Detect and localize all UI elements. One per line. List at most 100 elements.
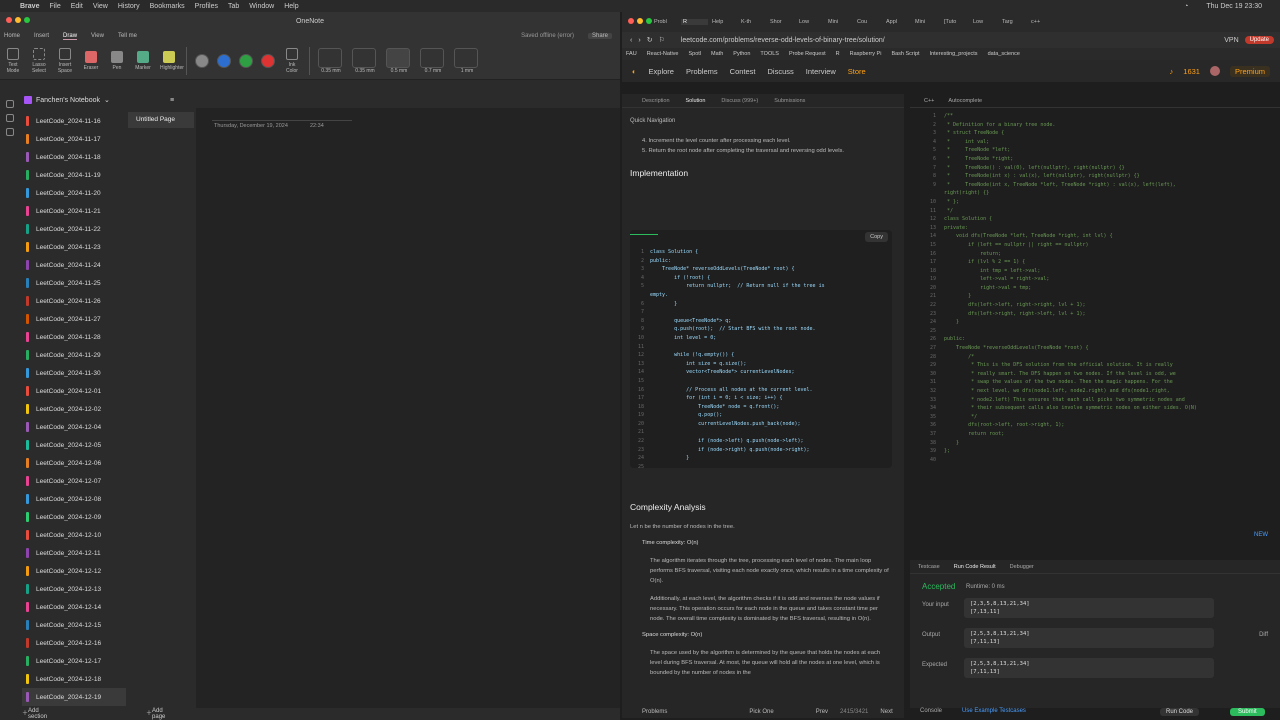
bookmark-icon[interactable]: ⚐ (659, 36, 665, 44)
section-item[interactable]: LeetCode_2024-12-07 (22, 472, 126, 490)
tab-testcase[interactable]: Testcase (918, 564, 940, 570)
tab-view[interactable]: View (91, 33, 104, 39)
notebooks-icon[interactable] (6, 100, 14, 108)
section-item[interactable]: LeetCode_2024-12-14 (22, 598, 126, 616)
close-icon[interactable] (6, 17, 12, 23)
menu-edit[interactable]: Edit (71, 3, 83, 10)
section-item[interactable]: LeetCode_2024-11-18 (22, 148, 126, 166)
browser-tab[interactable]: Appl (884, 19, 911, 25)
section-item[interactable]: LeetCode_2024-11-26 (22, 292, 126, 310)
page-canvas[interactable]: Thursday, December 19, 2024 22:34 (196, 108, 620, 708)
update-button[interactable]: Update (1244, 36, 1274, 44)
section-item[interactable]: LeetCode_2024-11-28 (22, 328, 126, 346)
section-item[interactable]: LeetCode_2024-12-15 (22, 616, 126, 634)
nav-contest[interactable]: Contest (730, 67, 756, 76)
nav-interview[interactable]: Interview (806, 67, 836, 76)
language-select[interactable]: C++ (924, 98, 934, 104)
nav-explore[interactable]: Explore (649, 67, 674, 76)
browser-tab[interactable]: K-th (739, 19, 766, 25)
section-item[interactable]: LeetCode_2024-12-01 (22, 382, 126, 400)
tab-debugger[interactable]: Debugger (1010, 564, 1034, 570)
pen-size-4[interactable]: 0.7 mm (420, 47, 446, 74)
pen-button[interactable]: Pen (108, 50, 126, 71)
run-code-button[interactable]: Run Code (1160, 708, 1200, 716)
section-item[interactable]: LeetCode_2024-11-27 (22, 310, 126, 328)
console-button[interactable]: Console (920, 708, 942, 714)
avatar[interactable] (1209, 66, 1220, 76)
browser-tab[interactable]: Low (971, 19, 998, 25)
forward-icon[interactable]: › (638, 37, 640, 44)
section-item[interactable]: LeetCode_2024-11-16 (22, 112, 126, 130)
tab-description[interactable]: Description (642, 98, 670, 104)
menu-bookmarks[interactable]: Bookmarks (150, 3, 185, 10)
insert-space-button[interactable]: Insert Space (56, 47, 74, 74)
clock[interactable]: Thu Dec 19 23:30 (1206, 3, 1262, 10)
use-example-testcases[interactable]: Use Example Testcases (962, 708, 1026, 714)
eraser-button[interactable]: Eraser (82, 50, 100, 71)
browser-tab[interactable]: Low (797, 19, 824, 25)
section-item[interactable]: LeetCode_2024-12-17 (22, 652, 126, 670)
pen-color-red[interactable] (261, 53, 275, 68)
reload-icon[interactable]: ↻ (647, 36, 653, 44)
url-input[interactable]: leetcode.com/problems/reverse-odd-levels… (681, 37, 1218, 44)
section-item[interactable]: LeetCode_2024-12-18 (22, 670, 126, 688)
section-item[interactable]: LeetCode_2024-12-02 (22, 400, 126, 418)
copy-button[interactable]: Copy (865, 232, 888, 242)
notebook-selector[interactable]: Fanchen's Notebook ⌄ ≡ (24, 96, 184, 104)
bookmark-item[interactable]: FAU (626, 51, 637, 57)
add-section-button[interactable]: ＋ Add section (22, 708, 47, 720)
back-icon[interactable]: ‹ (630, 37, 632, 44)
section-item[interactable]: LeetCode_2024-11-30 (22, 364, 126, 382)
share-button[interactable]: Share (587, 33, 612, 39)
diff-button[interactable]: Diff (1259, 632, 1268, 638)
section-item[interactable]: LeetCode_2024-12-19 (22, 688, 126, 706)
bookmark-item[interactable]: data_science (988, 51, 1020, 57)
tab-home[interactable]: Home (4, 33, 20, 39)
bookmark-item[interactable]: Math (711, 51, 723, 57)
marker-button[interactable]: Marker (134, 50, 152, 71)
section-item[interactable]: LeetCode_2024-11-17 (22, 130, 126, 148)
pen-color-green[interactable] (239, 53, 253, 68)
tell-me[interactable]: Tell me (118, 33, 137, 39)
sort-icon[interactable]: ≡ (170, 97, 174, 104)
close-icon[interactable] (628, 18, 634, 24)
bell-icon[interactable]: ♪ (1170, 67, 1174, 76)
pen-color-blue[interactable] (217, 53, 231, 68)
browser-tab[interactable]: Shor (768, 19, 795, 25)
nav-problems[interactable]: Problems (686, 67, 718, 76)
section-item[interactable]: LeetCode_2024-11-25 (22, 274, 126, 292)
page-item[interactable]: Untitled Page (128, 112, 194, 128)
browser-tab[interactable]: Mini (826, 19, 853, 25)
section-item[interactable]: LeetCode_2024-11-22 (22, 220, 126, 238)
tab-draw[interactable]: Draw (63, 33, 78, 40)
browser-tab[interactable]: [Tuto (942, 19, 969, 25)
section-item[interactable]: LeetCode_2024-11-19 (22, 166, 126, 184)
coins-count[interactable]: 1631 (1183, 67, 1200, 76)
section-item[interactable]: LeetCode_2024-11-21 (22, 202, 126, 220)
lasso-select-button[interactable]: Lasso Select (30, 47, 48, 74)
bookmark-item[interactable]: R (836, 51, 840, 57)
bookmark-item[interactable]: Spotl (689, 51, 702, 57)
bookmark-item[interactable]: Probe Request (789, 51, 826, 57)
vpn-button[interactable]: VPN (1224, 37, 1238, 44)
section-item[interactable]: LeetCode_2024-11-29 (22, 346, 126, 364)
bookmark-item[interactable]: Python (733, 51, 750, 57)
section-item[interactable]: LeetCode_2024-12-12 (22, 562, 126, 580)
bookmark-item[interactable]: TOOLS (760, 51, 779, 57)
leetcode-logo-icon[interactable]: ◐ (632, 67, 637, 76)
browser-tab[interactable]: Cou (855, 19, 882, 25)
minimize-icon[interactable] (15, 17, 21, 23)
menu-profiles[interactable]: Profiles (195, 3, 218, 10)
menu-file[interactable]: File (49, 3, 60, 10)
menu-window[interactable]: Window (249, 3, 274, 10)
pen-size-2[interactable]: 0.35 mm (352, 47, 378, 74)
section-item[interactable]: LeetCode_2024-11-23 (22, 238, 126, 256)
browser-tab[interactable]: Targ (1000, 19, 1027, 25)
editor-code[interactable]: 1 /** 2 * Definition for a binary tree nod… (910, 112, 1197, 464)
menu-help[interactable]: Help (284, 3, 298, 10)
bookmark-item[interactable]: React-Native (647, 51, 679, 57)
pen-size-1[interactable]: 0.35 mm (318, 47, 344, 74)
browser-tab[interactable]: R (681, 19, 708, 25)
pen-size-5[interactable]: 1 mm (454, 47, 480, 74)
section-item[interactable]: LeetCode_2024-12-04 (22, 418, 126, 436)
